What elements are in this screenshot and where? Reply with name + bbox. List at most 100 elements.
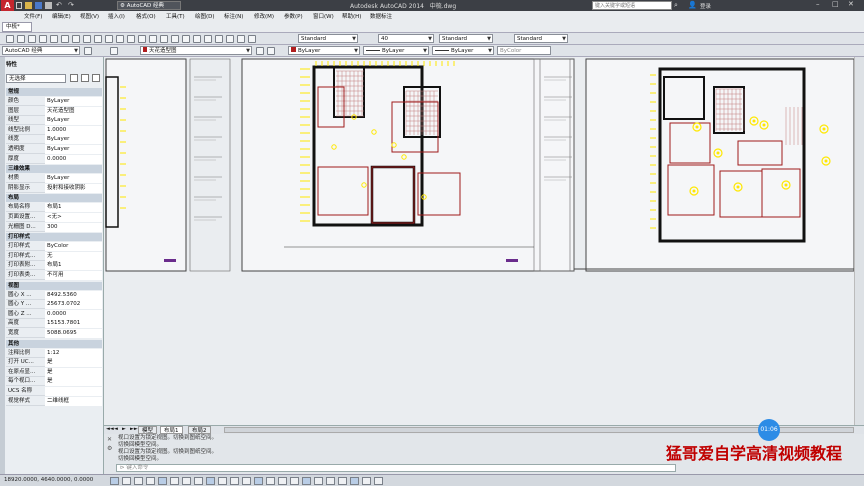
lineweight-combo[interactable]: ByLayer ▼ — [432, 46, 494, 55]
grid-icon[interactable] — [122, 477, 131, 485]
close-icon[interactable]: ✕ — [848, 0, 854, 8]
layer-manager-icon[interactable] — [110, 47, 118, 55]
calculator-icon[interactable] — [237, 35, 245, 43]
am-icon[interactable] — [266, 477, 275, 485]
property-row[interactable]: 线宽 ByLayer — [6, 135, 102, 145]
zoom-previous-icon[interactable] — [171, 35, 179, 43]
osnap-icon[interactable] — [158, 477, 167, 485]
quick-view-layouts-icon[interactable] — [290, 477, 299, 485]
property-value[interactable]: 0.0000 — [45, 309, 102, 319]
property-value[interactable]: 天花造型图 — [45, 106, 102, 116]
coordinates-readout[interactable]: 18920.0000, 4640.0000, 0.0000 — [4, 477, 93, 483]
property-group-header[interactable]: 视图 — [6, 281, 102, 290]
layout-tab[interactable]: 布局1 — [160, 426, 183, 434]
property-row[interactable]: 打印表类... 不可用 — [6, 271, 102, 280]
property-value[interactable]: 投射和接收阴影 — [45, 183, 102, 193]
workspace-icon[interactable] — [326, 477, 335, 485]
property-value[interactable]: ByColor — [45, 242, 102, 252]
property-row[interactable]: 打开 UC... 是 — [6, 358, 102, 368]
copy-icon[interactable] — [83, 35, 91, 43]
property-group-header[interactable]: 打印样式 — [6, 233, 102, 242]
property-row[interactable]: 线型比例 1.0000 — [6, 125, 102, 135]
workspace-switcher[interactable]: ⚙ AutoCAD 经典 — [117, 1, 181, 10]
tool-palettes-icon[interactable] — [204, 35, 212, 43]
layer-combo[interactable]: 天花造型图 ▼ — [140, 46, 252, 55]
property-value[interactable] — [45, 387, 102, 396]
plot-icon[interactable] — [39, 35, 47, 43]
tpy-icon[interactable] — [230, 477, 239, 485]
design-center-icon[interactable] — [193, 35, 201, 43]
property-value[interactable]: 二维线框 — [45, 396, 102, 406]
workspace-combo[interactable]: AutoCAD 经典 ▼ — [2, 46, 80, 55]
menu-item[interactable]: 帮助(H) — [342, 12, 361, 20]
command-settings-icon[interactable]: ⚙ — [107, 445, 112, 452]
open-icon[interactable] — [17, 35, 25, 43]
property-row[interactable]: 注释比例 1:12 — [6, 348, 102, 358]
property-value[interactable]: ByLayer — [45, 97, 102, 106]
vertical-scrollbar[interactable] — [854, 57, 864, 425]
property-row[interactable]: 打印样式... 无 — [6, 251, 102, 261]
menu-item[interactable]: 文件(F) — [24, 12, 42, 20]
layout-nav-button[interactable]: ►► — [130, 426, 138, 432]
menu-item[interactable]: 格式(O) — [136, 12, 156, 20]
menu-item[interactable]: 数据标注 — [370, 12, 392, 20]
make-current-icon[interactable] — [267, 47, 275, 55]
hardware-icon[interactable] — [350, 477, 359, 485]
clean-screen-icon[interactable] — [374, 477, 383, 485]
preview-icon[interactable] — [50, 35, 58, 43]
property-row[interactable]: 圆心 Y ... 25673.0702 — [6, 300, 102, 310]
property-row[interactable]: 颜色 ByLayer — [6, 97, 102, 106]
property-row[interactable]: 线型 ByLayer — [6, 116, 102, 126]
dim-style-combo[interactable]: Standard ▼ — [439, 34, 493, 43]
menu-item[interactable]: 编辑(E) — [52, 12, 71, 20]
property-row[interactable]: 圆心 X ... 8492.5360 — [6, 290, 102, 300]
zoom-window-icon[interactable] — [160, 35, 168, 43]
property-value[interactable]: 25673.0702 — [45, 300, 102, 310]
ducs-icon[interactable] — [194, 477, 203, 485]
save-icon[interactable] — [28, 35, 36, 43]
qp-icon[interactable] — [242, 477, 251, 485]
match-icon[interactable] — [105, 35, 113, 43]
settings-icon[interactable] — [84, 47, 92, 55]
property-row[interactable]: 图层 天花造型图 — [6, 106, 102, 116]
property-group-header[interactable]: 常规 — [6, 88, 102, 96]
menu-item[interactable]: 工具(T) — [166, 12, 185, 20]
property-row[interactable]: 打印样式 ByColor — [6, 242, 102, 252]
property-value[interactable]: 5088.0695 — [45, 329, 102, 338]
annotation-scale-icon[interactable] — [314, 477, 323, 485]
property-value[interactable]: 布局1 — [45, 203, 102, 213]
otrack-icon[interactable] — [182, 477, 191, 485]
polar-icon[interactable] — [146, 477, 155, 485]
property-row[interactable]: 透明度 ByLayer — [6, 145, 102, 154]
layer-previous-icon[interactable] — [256, 47, 264, 55]
dyn-icon[interactable] — [206, 477, 215, 485]
sc-icon[interactable] — [254, 477, 263, 485]
menu-item[interactable]: 参数(P) — [284, 12, 303, 20]
3dosnap-icon[interactable] — [170, 477, 179, 485]
lock-icon[interactable] — [338, 477, 347, 485]
search-input[interactable]: 键入关键字或短语 — [595, 3, 635, 9]
snap-icon[interactable] — [110, 477, 119, 485]
dim-size-combo[interactable]: 40 ▼ — [378, 34, 434, 43]
plotstyle-combo[interactable]: ByColor — [497, 46, 551, 55]
search-box[interactable]: 键入关键字或短语 — [592, 1, 672, 10]
open-icon[interactable] — [25, 2, 32, 9]
property-row[interactable]: 页面设置... <无> — [6, 213, 102, 222]
property-row[interactable]: 材质 ByLayer — [6, 174, 102, 184]
property-value[interactable]: 0.0000 — [45, 154, 102, 164]
property-value[interactable]: 是 — [45, 377, 102, 387]
property-group-header[interactable]: 布局 — [6, 194, 102, 203]
property-row[interactable]: 视觉样式 二维线框 — [6, 396, 102, 406]
property-value[interactable]: 是 — [45, 358, 102, 368]
user-icon[interactable]: 👤 — [688, 1, 697, 9]
menu-item[interactable]: 绘图(D) — [195, 12, 215, 20]
property-row[interactable]: 厚度 0.0000 — [6, 154, 102, 164]
search-icon[interactable]: ⌕ — [674, 1, 678, 10]
print-icon[interactable] — [45, 2, 52, 9]
property-row[interactable]: 圆心 Z ... 0.0000 — [6, 309, 102, 319]
undo-icon[interactable]: ↶ — [56, 1, 62, 9]
redo-icon[interactable]: ↷ — [68, 1, 74, 9]
property-row[interactable]: 高度 15153.7801 — [6, 319, 102, 329]
publish-icon[interactable] — [61, 35, 69, 43]
command-input[interactable]: ⊳ 键入命令 — [116, 464, 676, 472]
